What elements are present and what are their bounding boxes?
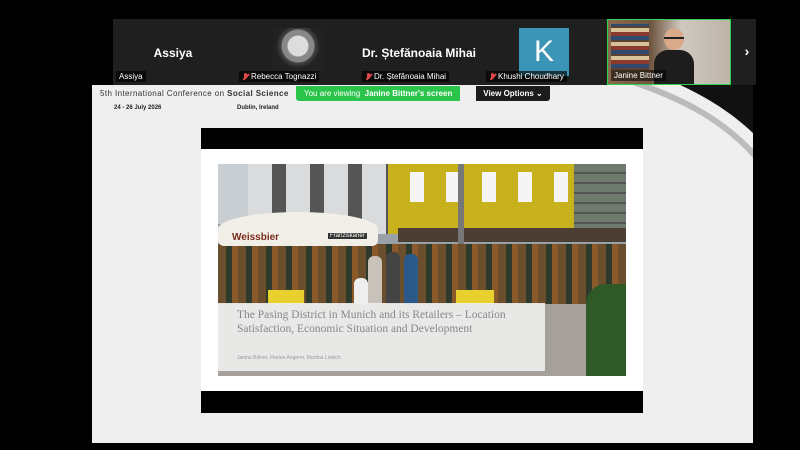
mic-muted-icon — [365, 72, 372, 81]
participant-tile-khushi[interactable]: K Khushi Choudhary — [483, 19, 603, 85]
photo-sign-text: Weissbier — [232, 232, 280, 243]
mic-muted-icon — [242, 72, 249, 81]
bookshelf-background — [611, 24, 649, 70]
screen-share-banner: You are viewing Janine Bittner's screen — [296, 86, 461, 101]
participant-name: Assiya — [153, 46, 193, 60]
participant-label: Assiya — [116, 71, 146, 82]
avatar: K — [519, 28, 569, 76]
participant-label: Rebecca Tognazzi — [239, 71, 320, 82]
participant-name: Dr. Ștefănoaia Mihai — [361, 46, 477, 60]
next-page-button[interactable]: › — [738, 19, 756, 85]
conference-dates: 24 - 26 July 2026 — [114, 105, 162, 111]
slide-title: The Pasing District in Munich and its Re… — [237, 309, 506, 335]
chevron-down-icon: ⌄ — [536, 89, 543, 98]
mic-muted-icon — [489, 72, 496, 81]
view-options-button[interactable]: View Options ⌄ — [476, 86, 550, 101]
participant-tile-mihai[interactable]: Dr. Ștefănoaia Mihai Dr. Ștefănoaia Miha… — [359, 19, 479, 85]
participant-label: Janine Bittner — [611, 70, 666, 81]
photo-sign-text: Franziskaner — [328, 233, 367, 239]
conference-location: Dublin, Ireland — [237, 105, 279, 111]
participant-tile-janine[interactable]: Janine Bittner — [607, 19, 731, 85]
slide-authors: Janine Bittner, Florian Angerer, Martina… — [237, 355, 341, 361]
participant-label: Khushi Choudhary — [486, 71, 567, 82]
participant-tile-rebecca[interactable]: Rebecca Tognazzi — [236, 19, 356, 85]
slide-caption: The Pasing District in Munich and its Re… — [218, 303, 545, 371]
participant-photo — [273, 28, 323, 73]
conference-title: 5th International Conference on Social S… — [100, 89, 289, 98]
participant-label: Dr. Ștefănoaia Mihai — [362, 71, 450, 82]
participant-tile-assiya[interactable]: Assiya Assiya — [113, 19, 233, 85]
